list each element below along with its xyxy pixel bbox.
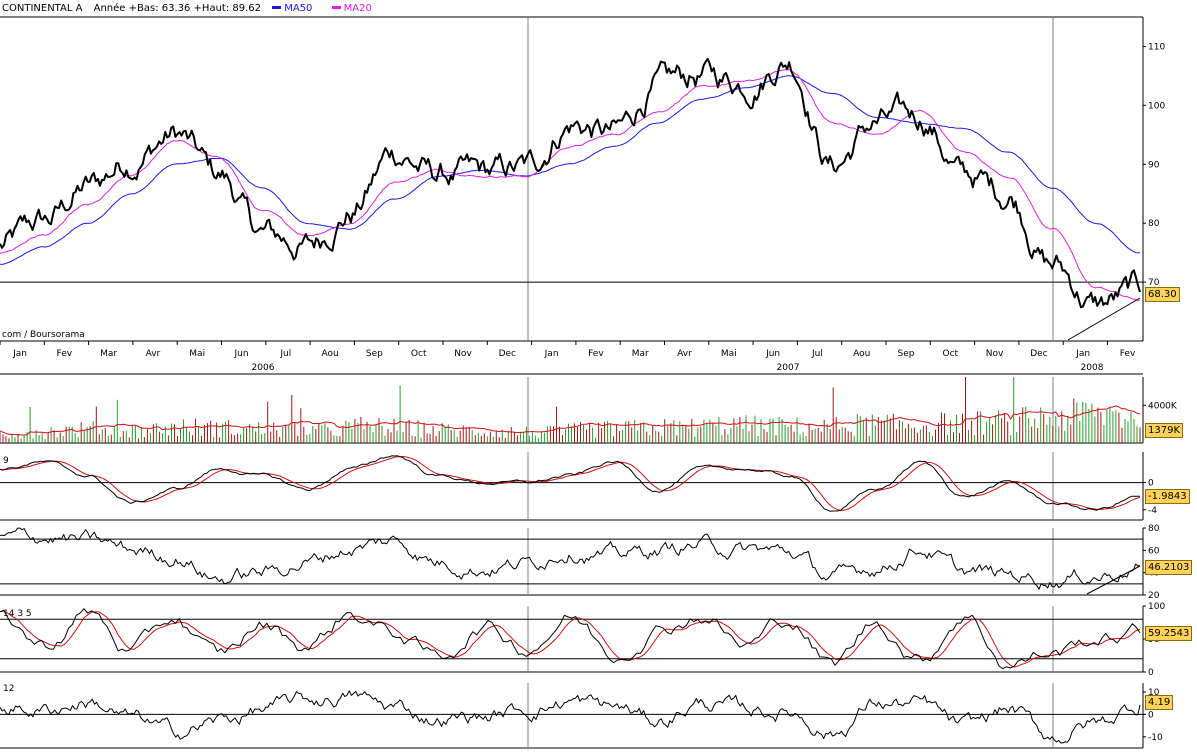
stochastic-axis-tick-label: 100 bbox=[1148, 602, 1165, 612]
month-label: Jul bbox=[811, 349, 823, 359]
stock-title: CONTINENTAL A bbox=[2, 3, 83, 14]
source-credit: com / Boursorama bbox=[2, 330, 85, 340]
rsi-axis-tick-label: 80 bbox=[1148, 524, 1160, 534]
year-label: 2008 bbox=[1081, 363, 1104, 373]
ma20-line bbox=[0, 69, 1141, 301]
price-axis-tick-label: 90 bbox=[1148, 160, 1160, 170]
oscillator-signal-line bbox=[0, 456, 1141, 511]
month-label: Aou bbox=[321, 349, 338, 359]
month-label: Jun bbox=[233, 349, 248, 359]
month-label: Jun bbox=[765, 349, 780, 359]
month-label: Nov bbox=[454, 349, 472, 359]
rsi-line bbox=[0, 527, 1141, 590]
month-label: Jan bbox=[544, 349, 559, 359]
momentum-line bbox=[0, 690, 1141, 744]
momentum-axis-tick-label: -10 bbox=[1148, 733, 1163, 743]
volume-last-value-badge: 1379K bbox=[1145, 423, 1184, 438]
month-label: Avr bbox=[146, 349, 161, 359]
ma50-swatch bbox=[272, 5, 282, 9]
month-label: Fev bbox=[57, 349, 73, 359]
stochastic-axis-tick-label: 0 bbox=[1148, 668, 1154, 678]
month-label: Oct bbox=[411, 349, 427, 359]
month-label: Mai bbox=[721, 349, 737, 359]
oscillator-period-label: 9 bbox=[3, 456, 9, 466]
month-label: Mai bbox=[189, 349, 205, 359]
momentum-axis-tick-label: 0 bbox=[1148, 710, 1154, 720]
year-label: 2007 bbox=[777, 363, 800, 373]
price-last-value-badge: 68.30 bbox=[1145, 287, 1180, 302]
price-axis-tick-label: 80 bbox=[1148, 219, 1160, 229]
rsi-axis-tick-label: 20 bbox=[1148, 591, 1160, 601]
month-label: Jan bbox=[1075, 349, 1090, 359]
momentum-period-label: 12 bbox=[3, 684, 14, 694]
year-label: 2006 bbox=[252, 363, 275, 373]
price-axis-tick-label: 110 bbox=[1148, 42, 1165, 52]
month-label: Fev bbox=[588, 349, 604, 359]
oscillator-line bbox=[0, 455, 1141, 512]
month-label: Mar bbox=[632, 349, 649, 359]
stochastic-line bbox=[0, 608, 1141, 670]
month-label: Avr bbox=[677, 349, 692, 359]
oscillator-axis-tick-label: 0 bbox=[1148, 479, 1154, 489]
volume-axis-tick-label: 4000K bbox=[1148, 401, 1178, 411]
month-label: Dec bbox=[499, 349, 516, 359]
ma20-swatch bbox=[331, 5, 341, 9]
price-line bbox=[0, 57, 1141, 309]
month-label: Oct bbox=[943, 349, 959, 359]
rsi-last-value-badge: 46.2103 bbox=[1145, 560, 1193, 575]
month-label: Jan bbox=[12, 349, 27, 359]
month-label: Mar bbox=[100, 349, 117, 359]
legend-ma50: MA50 bbox=[272, 3, 320, 14]
momentum-last-value-badge: 4.19 bbox=[1145, 695, 1174, 710]
chart-canvas: 708090100110Jan Fev Mar Avr Mai Jun Jul Aou Sep O… bbox=[0, 16, 1178, 749]
oscillator-axis-tick-label: -4 bbox=[1148, 506, 1157, 516]
month-label: Nov bbox=[986, 349, 1004, 359]
stochastic-last-value-badge: 59.2543 bbox=[1145, 626, 1193, 641]
oscillator-last-value-badge: -1.9843 bbox=[1145, 489, 1190, 504]
year-range-text: Année +Bas: 63.36 +Haut: 89.62 bbox=[93, 3, 262, 14]
legend-ma50-label: MA50 bbox=[284, 3, 313, 14]
month-label: Sep bbox=[366, 349, 383, 359]
ma50-line bbox=[0, 75, 1141, 265]
month-label: Aou bbox=[853, 349, 870, 359]
month-label: Dec bbox=[1030, 349, 1047, 359]
month-label: Fev bbox=[1120, 349, 1136, 359]
legend-ma20-label: MA20 bbox=[343, 3, 372, 14]
price-axis-tick-label: 100 bbox=[1148, 101, 1165, 111]
month-label: Sep bbox=[898, 349, 915, 359]
rsi-trendline bbox=[1086, 565, 1141, 595]
legend-ma20: MA20 bbox=[331, 3, 380, 14]
rsi-axis-tick-label: 60 bbox=[1148, 546, 1160, 556]
chart-header: CONTINENTAL A Année +Bas: 63.36 +Haut: 8… bbox=[2, 2, 388, 16]
month-label: Jul bbox=[279, 349, 291, 359]
